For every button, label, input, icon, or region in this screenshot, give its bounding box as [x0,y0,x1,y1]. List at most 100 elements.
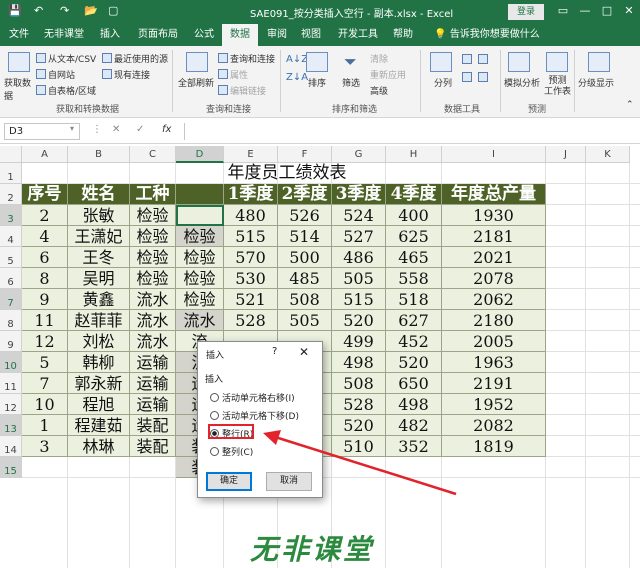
table-cell[interactable]: 检验 [176,289,224,310]
close-button[interactable]: ✕ [620,2,638,20]
column-header-j[interactable]: J [546,146,586,163]
tab-review[interactable]: 审阅 [262,24,292,46]
table-cell[interactable]: 500 [278,247,332,268]
row-header-9[interactable]: 9 [0,331,22,352]
tab-wufeiketang[interactable]: 无非课堂 [36,24,92,46]
table-cell[interactable]: 吴明 [68,268,130,289]
confirm-formula-icon[interactable]: ✓ [136,124,144,135]
table-cell[interactable]: 465 [386,247,442,268]
table-cell[interactable]: 郭永新 [68,373,130,394]
option-shift-down[interactable]: 活动单元格下移(D) [210,409,299,422]
filter-button[interactable]: 筛选 [342,76,360,89]
tab-page-layout[interactable]: 页面布局 [130,24,186,46]
from-table-button[interactable]: 自表格/区域 [36,84,96,97]
table-cell[interactable]: 2062 [442,289,546,310]
table-cell[interactable]: 检验 [130,205,176,226]
row-header-14[interactable]: 14 [0,436,22,457]
table-cell[interactable]: 检验 [130,247,176,268]
table-header-cell[interactable] [176,184,224,205]
tab-formulas[interactable]: 公式 [188,24,220,46]
table-cell[interactable]: 2 [22,205,68,226]
table-cell[interactable]: 514 [278,226,332,247]
column-header-f[interactable]: F [278,146,332,163]
table-cell[interactable]: 运输 [130,352,176,373]
row-header-6[interactable]: 6 [0,268,22,289]
insert-function-icon[interactable]: fx [162,124,171,135]
edit-links-button[interactable]: 编辑链接 [218,84,266,97]
row-header-1[interactable]: 1 [0,163,22,184]
tab-help[interactable]: 帮助 [388,24,418,46]
table-cell[interactable]: 570 [224,247,278,268]
table-cell[interactable]: 1963 [442,352,546,373]
tab-data[interactable]: 数据 [222,24,258,46]
column-header-h[interactable]: H [386,146,442,163]
row-header-2[interactable]: 2 [0,184,22,205]
table-cell[interactable] [176,205,224,226]
collapse-ribbon-icon[interactable]: ⌃ [626,100,634,110]
table-header-cell[interactable]: 序号 [22,184,68,205]
table-cell[interactable]: 498 [386,394,442,415]
name-box[interactable]: D3 [4,123,80,140]
table-cell[interactable]: 528 [224,310,278,331]
table-cell[interactable]: 赵菲菲 [68,310,130,331]
row-header-8[interactable]: 8 [0,310,22,331]
table-cell[interactable]: 黄鑫 [68,289,130,310]
row-header-12[interactable]: 12 [0,394,22,415]
table-cell[interactable]: 检验 [176,226,224,247]
radio-icon[interactable] [210,411,219,420]
row-header-15[interactable]: 15 [0,457,22,478]
option-entire-column[interactable]: 整列(C) [210,445,253,458]
table-cell[interactable]: 2180 [442,310,546,331]
table-cell[interactable]: 520 [386,352,442,373]
table-header-cell[interactable]: 2季度 [278,184,332,205]
sort-az-icon[interactable]: A↓Z [286,54,308,65]
name-box-dropdown-icon[interactable]: ▾ [70,124,74,133]
table-cell[interactable]: 7 [22,373,68,394]
tab-insert[interactable]: 插入 [94,24,126,46]
row-header-13[interactable]: 13 [0,415,22,436]
formula-input[interactable] [184,123,636,140]
text-to-columns-button[interactable]: 分列 [434,76,452,89]
table-cell[interactable]: 程旭 [68,394,130,415]
table-cell[interactable]: 526 [278,205,332,226]
table-cell[interactable]: 486 [332,247,386,268]
table-cell[interactable]: 运输 [130,373,176,394]
table-cell[interactable]: 520 [332,415,386,436]
quick-access-icon[interactable]: ▢ [108,4,118,17]
table-cell[interactable]: 515 [332,289,386,310]
table-header-cell[interactable]: 年度总产量 [442,184,546,205]
data-validation-icon[interactable] [478,54,490,66]
table-cell[interactable]: 520 [332,310,386,331]
table-cell[interactable]: 8 [22,268,68,289]
table-cell[interactable]: 检验 [176,268,224,289]
help-button[interactable]: ? [272,346,277,357]
table-cell[interactable]: 装配 [130,415,176,436]
table-header-cell[interactable]: 工种 [130,184,176,205]
table-cell[interactable]: 9 [22,289,68,310]
get-data-button[interactable]: 获取数据 [4,76,34,102]
table-cell[interactable]: 558 [386,268,442,289]
table-cell[interactable]: 508 [332,373,386,394]
open-icon[interactable]: 📂 [84,4,98,17]
from-text-button[interactable]: 从文本/CSV [36,52,96,65]
table-cell[interactable]: 524 [332,205,386,226]
table-cell[interactable]: 485 [278,268,332,289]
table-cell[interactable]: 12 [22,331,68,352]
table-cell[interactable]: 627 [386,310,442,331]
dialog-close-button[interactable]: ✕ [299,345,309,359]
table-cell[interactable]: 10 [22,394,68,415]
advanced-button[interactable]: 高级 [370,84,388,97]
properties-button[interactable]: 属性 [218,68,248,81]
table-cell[interactable]: 1 [22,415,68,436]
table-cell[interactable]: 527 [332,226,386,247]
queries-connections-button[interactable]: 查询和连接 [218,52,275,65]
table-cell[interactable]: 流水 [130,331,176,352]
table-cell[interactable]: 1819 [442,436,546,457]
clear-button[interactable]: 清除 [370,52,388,65]
table-cell[interactable]: 韩柳 [68,352,130,373]
table-cell[interactable]: 482 [386,415,442,436]
row-header-7[interactable]: 7 [0,289,22,310]
radio-icon[interactable] [210,393,219,402]
table-cell[interactable]: 2082 [442,415,546,436]
row-header-5[interactable]: 5 [0,247,22,268]
